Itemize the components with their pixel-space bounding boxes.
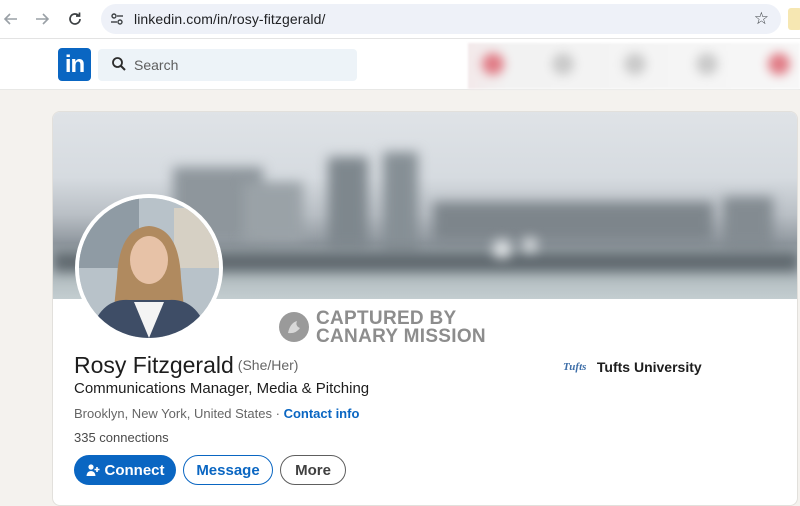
tufts-logo: Tufts (563, 360, 587, 373)
connect-button[interactable]: Connect (74, 455, 176, 485)
site-settings-icon[interactable] (109, 11, 125, 32)
profile-name-text: Rosy Fitzgerald (74, 352, 234, 378)
forward-arrow-icon[interactable] (31, 8, 53, 30)
extension-tab[interactable] (788, 8, 800, 30)
reload-icon[interactable] (64, 8, 86, 30)
url-text[interactable]: linkedin.com/in/rosy-fitzgerald/ (134, 11, 326, 27)
address-bar[interactable]: linkedin.com/in/rosy-fitzgerald/ ☆ (101, 4, 781, 34)
canary-logo-icon (279, 312, 309, 342)
add-person-icon (86, 463, 100, 477)
education-entry[interactable]: Tufts Tufts University (563, 358, 702, 376)
linkedin-header: in Search (0, 39, 800, 90)
profile-card: CAPTURED BY CANARY MISSION Rosy Fitzgera… (52, 111, 798, 506)
profile-name: Rosy Fitzgerald (She/Her) (74, 352, 298, 379)
more-button[interactable]: More (280, 455, 346, 485)
message-button[interactable]: Message (183, 455, 273, 485)
browser-toolbar: linkedin.com/in/rosy-fitzgerald/ ☆ (0, 0, 800, 39)
linkedin-logo[interactable]: in (58, 48, 91, 81)
profile-location: Brooklyn, New York, United States (74, 406, 272, 421)
contact-info-link[interactable]: Contact info (284, 406, 360, 421)
blurred-nav-icons (468, 43, 800, 89)
profile-location-line: Brooklyn, New York, United States · Cont… (74, 406, 359, 421)
profile-photo[interactable] (75, 194, 223, 342)
profile-headline: Communications Manager, Media & Pitching (74, 380, 370, 397)
pronouns: (She/Her) (237, 357, 299, 373)
watermark-line-2: CANARY MISSION (316, 326, 486, 347)
search-input[interactable]: Search (98, 49, 357, 81)
bookmark-star-icon[interactable]: ☆ (754, 9, 769, 29)
education-name: Tufts University (596, 358, 702, 375)
search-icon (111, 56, 127, 77)
location-separator: · (272, 406, 284, 421)
search-placeholder: Search (134, 57, 179, 73)
connect-label: Connect (104, 461, 165, 479)
connections-count[interactable]: 335 connections (74, 430, 169, 445)
back-arrow-icon[interactable] (0, 8, 22, 30)
